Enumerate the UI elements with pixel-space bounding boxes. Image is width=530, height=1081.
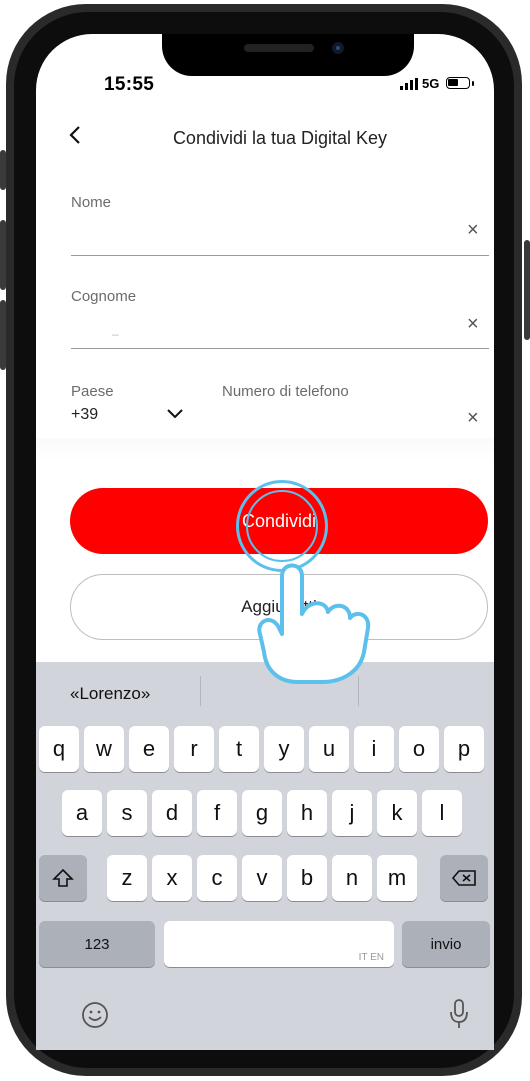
key-j[interactable]: j [332, 790, 372, 836]
cognome-input[interactable]: _ [112, 322, 119, 336]
return-key[interactable]: invio [402, 921, 490, 967]
backspace-icon [451, 870, 476, 886]
key-b[interactable]: b [287, 855, 327, 901]
clear-nome-icon[interactable]: × [467, 219, 479, 242]
mute-switch [0, 150, 6, 190]
key-e[interactable]: e [129, 726, 169, 772]
keyboard: «Lorenzo» q w e r t y u i o p a s d f g … [36, 662, 494, 1050]
paese-label: Paese [71, 383, 114, 400]
battery-tip [472, 81, 474, 86]
key-r[interactable]: r [174, 726, 214, 772]
space-key[interactable]: IT EN [164, 921, 394, 967]
numbers-key[interactable]: 123 [39, 921, 155, 967]
key-i[interactable]: i [354, 726, 394, 772]
status-time: 15:55 [104, 74, 155, 95]
key-l[interactable]: l [422, 790, 462, 836]
key-m[interactable]: m [377, 855, 417, 901]
clear-telefono-icon[interactable]: × [467, 407, 479, 430]
key-g[interactable]: g [242, 790, 282, 836]
key-o[interactable]: o [399, 726, 439, 772]
clear-cognome-icon[interactable]: × [467, 313, 479, 336]
key-z[interactable]: z [107, 855, 147, 901]
notch [162, 34, 414, 76]
key-t[interactable]: t [219, 726, 259, 772]
form-divider-shadow [36, 438, 494, 462]
key-x[interactable]: x [152, 855, 192, 901]
nome-label: Nome [71, 194, 112, 211]
nome-underline [71, 255, 489, 256]
key-y[interactable]: y [264, 726, 304, 772]
key-v[interactable]: v [242, 855, 282, 901]
page-title: Condividi la tua Digital Key [172, 128, 388, 148]
key-k[interactable]: k [377, 790, 417, 836]
delete-key[interactable] [440, 855, 488, 901]
key-a[interactable]: a [62, 790, 102, 836]
volume-up-button [0, 220, 6, 290]
key-q[interactable]: q [39, 726, 79, 772]
key-w[interactable]: w [84, 726, 124, 772]
cognome-underline [71, 348, 489, 349]
emoji-icon[interactable] [80, 1000, 110, 1035]
telefono-label: Numero di telefono [222, 383, 349, 400]
shift-key[interactable] [39, 855, 87, 901]
microphone-icon[interactable] [448, 998, 470, 1035]
volume-down-button [0, 300, 6, 370]
nome-input[interactable] [71, 214, 461, 252]
speaker [244, 44, 314, 52]
front-camera-lens [336, 46, 340, 50]
paese-select[interactable]: +39 [71, 406, 98, 424]
key-d[interactable]: d [152, 790, 192, 836]
network-type: 5G [422, 76, 440, 91]
suggestion-divider [200, 676, 201, 706]
shift-icon [52, 868, 74, 887]
signal-icon [400, 78, 418, 90]
telefono-input[interactable] [222, 402, 458, 438]
battery-icon [446, 77, 470, 89]
power-button [524, 240, 530, 340]
keyboard-languages: IT EN [358, 952, 384, 963]
chevron-down-icon[interactable] [166, 404, 184, 425]
suggestion-item[interactable]: «Lorenzo» [70, 684, 150, 704]
cognome-label: Cognome [71, 288, 137, 305]
key-u[interactable]: u [309, 726, 349, 772]
key-f[interactable]: f [197, 790, 237, 836]
hand-pointer-icon [257, 563, 371, 684]
key-p[interactable]: p [444, 726, 484, 772]
key-s[interactable]: s [107, 790, 147, 836]
key-n[interactable]: n [332, 855, 372, 901]
key-c[interactable]: c [197, 855, 237, 901]
key-h[interactable]: h [287, 790, 327, 836]
